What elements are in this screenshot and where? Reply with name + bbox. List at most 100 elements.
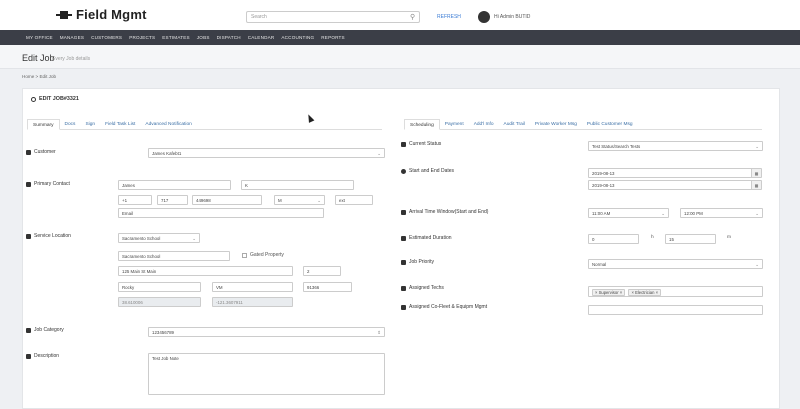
current-status-select[interactable]: Test Status/Search Tests ⌄ [588,141,763,151]
home-icon [26,233,31,239]
arrival-start-select[interactable]: 11:00 AM ⌄ [588,208,669,218]
tab-field-task-list[interactable]: Field Task List [100,119,140,129]
nav-item-my-office[interactable]: MY OFFICE [26,35,53,40]
start-date-field[interactable]: 2019-08-13 ▦ [588,168,762,178]
tab-sign[interactable]: Sign [80,119,100,129]
assigned-techs-multiselect[interactable]: × Supervisor × × Electrician × [588,286,763,297]
user-label: Hi Admin BUTID [494,14,531,20]
chevron-down-icon: ⌄ [317,198,321,203]
user-icon [401,285,406,291]
nav-item-estimates[interactable]: ESTIMATES [162,35,190,40]
nav-item-accounting[interactable]: ACCOUNTING [281,35,314,40]
customer-value: James Kafebt1 [152,151,182,156]
longitude-field: -121.3607911 [212,297,293,307]
state-field[interactable]: VM [212,282,293,292]
nav-item-projects[interactable]: PROJECTS [129,35,155,40]
phone-number-field[interactable]: 449698 [192,195,262,205]
arrival-window-label: Arrival Time Window(Start and End) [401,209,488,215]
calendar-icon[interactable]: ▦ [751,169,761,177]
last-name-field[interactable]: K [241,180,354,190]
tab-audit-trail[interactable]: Audit Trail [499,119,530,129]
refresh-link[interactable]: REFRESH [437,14,461,20]
zip-field[interactable]: 91366 [303,282,352,292]
description-textarea[interactable]: Test Job Note [148,353,385,395]
assigned-techs-label: Assigned Techs [401,285,444,291]
end-date-value: 2019-08-13 [592,183,615,188]
start-date-value: 2019-08-13 [592,171,615,176]
tab-summary[interactable]: Summary [27,119,60,130]
arrival-start-value: 11:00 AM [592,211,611,216]
breadcrumb[interactable]: Home > Edit Job [22,74,56,79]
first-name-field[interactable]: James [118,180,231,190]
user-icon [401,209,406,215]
location-name-field[interactable]: Sacramento School [118,251,230,261]
tech-tag[interactable]: × Electrician × [628,289,662,296]
card-title-text: EDIT JOB#3321 [39,96,79,102]
page-title: Edit Job [22,53,55,63]
tab-addl-info[interactable]: Add'l Info [469,119,499,129]
tab-private-worker-msg[interactable]: Private Worker Msg [530,119,582,129]
duration-hours-field[interactable]: 0 [588,234,639,244]
phone-area-field[interactable]: 717 [157,195,188,205]
nav-item-calendar[interactable]: CALENDAR [248,35,275,40]
search-icon[interactable]: ⚲ [410,13,415,21]
main-nav: MY OFFICE MANAGES CUSTOMERS PROJECTS EST… [0,30,800,45]
nav-item-dispatch[interactable]: DISPATCH [217,35,241,40]
left-tabs: Summary Docs Sign Field Task List Advanc… [27,119,382,130]
checkbox-icon [242,252,247,258]
tab-scheduling[interactable]: Scheduling [404,119,440,130]
avatar [478,11,490,23]
tab-advanced-notification[interactable]: Advanced Notification [140,119,196,129]
service-location-select[interactable]: Sacramento School ⌄ [118,233,200,243]
tab-docs[interactable]: Docs [60,119,81,129]
tech-tag-label: Supervisor [598,290,619,295]
primary-contact-label: Primary Contact [26,181,70,187]
user-icon [401,235,406,241]
service-location-label-text: Service Location [34,233,71,239]
chevron-down-icon: ⌄ [755,211,759,216]
job-priority-label: Job Priority [401,259,434,265]
tab-payment[interactable]: Payment [440,119,469,129]
latitude-field: 38.610006 [118,297,201,307]
clock-icon [401,168,406,174]
estimated-duration-label-text: Estimated Duration [409,235,452,241]
arrival-end-value: 12:00 PM [684,211,703,216]
chevron-down-icon: ⌄ [755,144,759,149]
duration-minutes-field[interactable]: 15 [665,234,716,244]
email-field[interactable]: Email [118,208,324,218]
tech-tag-label: Electrician [635,290,655,295]
service-location-value: Sacramento School [122,236,161,241]
user-menu[interactable]: Hi Admin BUTID [478,11,530,23]
job-priority-value: Normal [592,262,607,267]
tech-tag[interactable]: × Supervisor × [592,289,626,296]
pencil-icon [26,353,31,359]
estimated-duration-label: Estimated Duration [401,235,452,241]
job-category-label: Job Category [26,327,64,333]
unit-field[interactable]: 2 [303,266,341,276]
end-date-field[interactable]: 2019-08-13 ▦ [588,180,762,190]
job-category-select[interactable]: 123456789 ⇕ [148,327,385,337]
nav-item-reports[interactable]: REPORTS [321,35,345,40]
phone-ext-field[interactable]: ext [335,195,373,205]
tab-public-customer-msg[interactable]: Public Customer Msg [582,119,638,129]
cofleet-multiselect[interactable] [588,305,763,315]
sort-icon: ⇕ [377,330,381,335]
customer-select[interactable]: James Kafebt1 ⌄ [148,148,385,158]
contact-card-icon [26,181,31,187]
phone-type-select[interactable]: M ⌄ [274,195,325,205]
gated-property-checkbox[interactable]: Gated Property [242,252,284,258]
nav-item-jobs[interactable]: JOBS [197,35,210,40]
description-label: Description [26,353,59,359]
phone-country-field[interactable]: +1 [118,195,152,205]
calendar-icon[interactable]: ▦ [751,181,761,189]
address-field[interactable]: 125 Main St Main [118,266,293,276]
right-tabs: Scheduling Payment Add'l Info Audit Trai… [404,119,762,130]
nav-item-customers[interactable]: CUSTOMERS [91,35,122,40]
app-logo[interactable]: Field Mgmt [56,7,147,22]
job-priority-select[interactable]: Normal ⌄ [588,259,763,269]
city-field[interactable]: Rocky [118,282,201,292]
search-input[interactable]: Search [246,11,420,23]
arrival-end-select[interactable]: 12:00 PM ⌄ [680,208,763,218]
nav-item-manages[interactable]: MANAGES [60,35,84,40]
phone-type-value: M [278,198,282,203]
